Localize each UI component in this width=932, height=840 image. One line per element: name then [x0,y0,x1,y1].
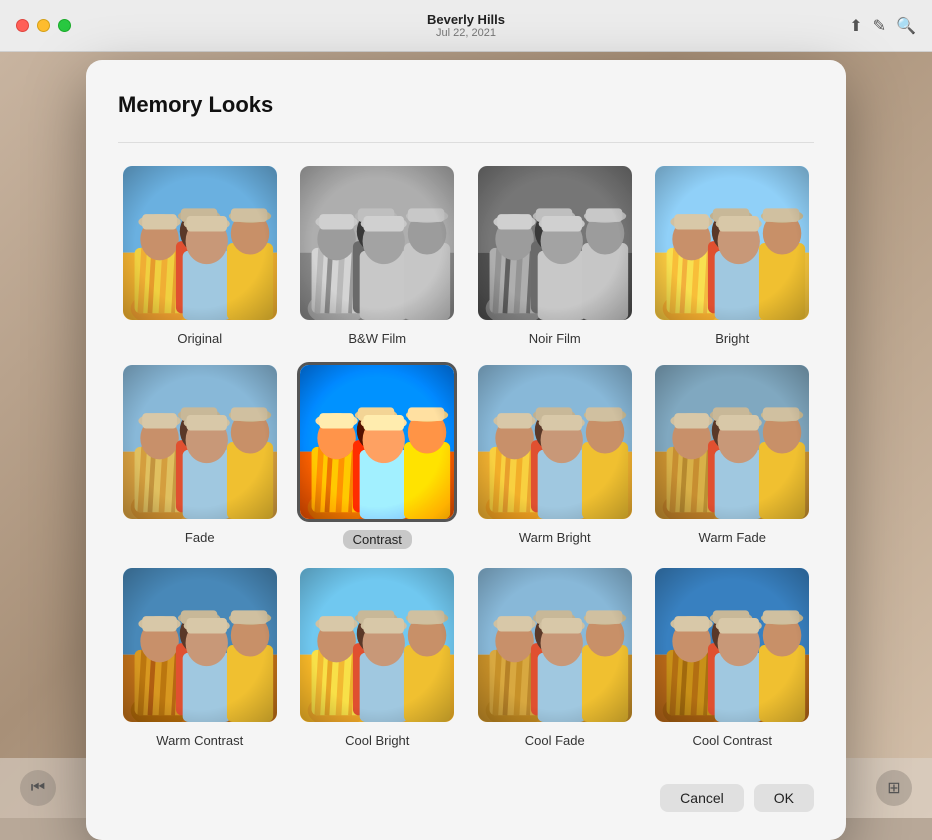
look-item-bright[interactable]: Bright [651,163,815,346]
look-thumbnail-warm-contrast [120,565,280,725]
look-label-bright: Bright [715,331,749,346]
look-thumbnail-noir-film [475,163,635,323]
look-thumbnail-cool-fade [475,565,635,725]
look-item-contrast[interactable]: Contrast [296,362,460,549]
cancel-button[interactable]: Cancel [660,784,744,812]
ok-button[interactable]: OK [754,784,814,812]
look-label-warm-bright: Warm Bright [519,530,591,545]
traffic-lights [16,19,71,32]
look-item-warm-contrast[interactable]: Warm Contrast [118,565,282,748]
look-label-bw-film: B&W Film [348,331,406,346]
dialog-footer: Cancel OK [118,776,814,812]
look-thumbnail-bright [652,163,812,323]
look-label-contrast: Contrast [343,530,412,549]
look-label-cool-fade: Cool Fade [525,733,585,748]
look-item-fade[interactable]: Fade [118,362,282,549]
look-label-original: Original [177,331,222,346]
look-item-original[interactable]: Original [118,163,282,346]
edit-icon[interactable]: ✎ [873,16,886,36]
look-thumbnail-cool-contrast [652,565,812,725]
grid-button[interactable]: ⊞ [876,770,912,806]
looks-grid: Original [118,163,814,748]
maximize-button[interactable] [58,19,71,32]
share-icon[interactable]: ⬆ [849,16,862,36]
window-title: Beverly Hills [427,12,505,27]
look-label-fade: Fade [185,530,215,545]
look-label-cool-contrast: Cool Contrast [693,733,772,748]
titlebar-controls: ⬆ ✎ 🔍 [849,16,916,36]
memory-looks-dialog: Memory Looks [86,60,846,840]
look-thumbnail-warm-bright [475,362,635,522]
look-thumbnail-warm-fade [652,362,812,522]
titlebar: Beverly Hills Jul 22, 2021 ⬆ ✎ 🔍 [0,0,932,52]
search-icon[interactable]: 🔍 [896,16,916,36]
look-item-cool-contrast[interactable]: Cool Contrast [651,565,815,748]
look-item-noir-film[interactable]: Noir Film [473,163,637,346]
titlebar-center: Beverly Hills Jul 22, 2021 [427,12,505,39]
look-thumbnail-bw-film [297,163,457,323]
look-item-bw-film[interactable]: B&W Film [296,163,460,346]
look-thumbnail-original [120,163,280,323]
look-item-warm-bright[interactable]: Warm Bright [473,362,637,549]
look-item-cool-fade[interactable]: Cool Fade [473,565,637,748]
dialog-title: Memory Looks [118,92,814,118]
look-label-noir-film: Noir Film [529,331,581,346]
look-label-warm-contrast: Warm Contrast [156,733,243,748]
minimize-button[interactable] [37,19,50,32]
look-thumbnail-cool-bright [297,565,457,725]
divider [118,142,814,143]
back-button[interactable]: ⏮ [20,770,56,806]
look-thumbnail-contrast [297,362,457,522]
look-label-cool-bright: Cool Bright [345,733,409,748]
look-item-cool-bright[interactable]: Cool Bright [296,565,460,748]
window-subtitle: Jul 22, 2021 [427,27,505,39]
look-item-warm-fade[interactable]: Warm Fade [651,362,815,549]
look-label-warm-fade: Warm Fade [699,530,766,545]
close-button[interactable] [16,19,29,32]
look-thumbnail-fade [120,362,280,522]
